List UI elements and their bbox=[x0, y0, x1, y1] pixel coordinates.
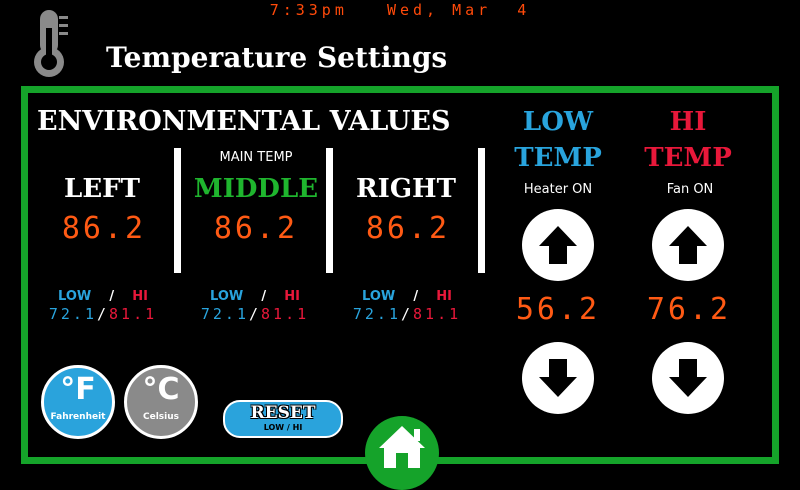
hi-temp-title-line2: TEMP bbox=[644, 143, 732, 173]
fan-status: Fan ON bbox=[666, 182, 714, 197]
zone-right-label: RIGHT bbox=[356, 174, 456, 204]
low-temp-down-button[interactable] bbox=[522, 342, 594, 414]
clock: 7:33pm Wed, Mar 4 bbox=[269, 1, 531, 19]
celsius-label: Celsius bbox=[143, 412, 179, 422]
home-button[interactable] bbox=[365, 416, 439, 490]
main-temp-caption: MAIN TEMP bbox=[219, 150, 293, 165]
environmental-values-title: ENVIRONMENTAL VALUES bbox=[37, 106, 451, 137]
low-label: LOW bbox=[210, 289, 244, 304]
hi-label: HI bbox=[436, 289, 452, 304]
home-icon bbox=[379, 426, 425, 468]
zone-middle-label: MIDDLE bbox=[193, 174, 319, 204]
arrow-down-icon bbox=[669, 359, 707, 397]
fahrenheit-label: Fahrenheit bbox=[50, 412, 106, 422]
zone-middle-lowhi-values: 72.1/81.1 bbox=[180, 305, 330, 323]
low-label: LOW bbox=[362, 289, 396, 304]
low-temp-value: 56.2 bbox=[515, 292, 601, 327]
fahrenheit-symbol: °F bbox=[60, 372, 96, 407]
zone-left-value: 86.2 bbox=[61, 211, 147, 246]
separator: / bbox=[400, 305, 414, 323]
zone-left-label: LEFT bbox=[64, 174, 140, 204]
low-temp-title-line1: LOW bbox=[522, 107, 594, 137]
zone-middle-hi-value: 81.1 bbox=[261, 305, 310, 323]
hi-temp-value: 76.2 bbox=[646, 292, 732, 327]
separator: / bbox=[261, 289, 267, 304]
zone-right-lowhi-values: 72.1/81.1 bbox=[332, 305, 482, 323]
low-label: LOW bbox=[58, 289, 92, 304]
reset-label: RESET bbox=[250, 403, 316, 423]
celsius-symbol: °C bbox=[142, 372, 180, 407]
separator: / bbox=[109, 289, 115, 304]
zone-left-hi-value: 81.1 bbox=[109, 305, 158, 323]
zone-middle-lowhi-header: LOW / HI bbox=[180, 289, 330, 305]
low-temp-up-button[interactable] bbox=[522, 209, 594, 281]
hi-temp-up-button[interactable] bbox=[652, 209, 724, 281]
zone-middle-low-value: 72.1 bbox=[200, 305, 249, 323]
arrow-up-icon bbox=[669, 226, 707, 264]
separator: / bbox=[413, 289, 419, 304]
zone-right-hi-value: 81.1 bbox=[413, 305, 462, 323]
zone-divider bbox=[326, 148, 333, 273]
thermometer-icon bbox=[30, 8, 74, 78]
zone-right-value: 86.2 bbox=[365, 211, 451, 246]
hi-temp-down-button[interactable] bbox=[652, 342, 724, 414]
separator: / bbox=[96, 305, 110, 323]
celsius-button[interactable]: °C Celsius bbox=[124, 365, 198, 439]
zone-divider bbox=[174, 148, 181, 273]
reset-sublabel: LOW / HI bbox=[263, 423, 303, 432]
hi-temp-title-line1: HI bbox=[669, 107, 707, 137]
separator: / bbox=[248, 305, 262, 323]
zone-left-low-value: 72.1 bbox=[48, 305, 97, 323]
page-title: Temperature Settings bbox=[106, 41, 448, 74]
reset-low-hi-button[interactable]: RESET LOW / HI bbox=[223, 400, 343, 438]
hi-label: HI bbox=[284, 289, 300, 304]
arrow-up-icon bbox=[539, 226, 577, 264]
hi-label: HI bbox=[132, 289, 148, 304]
zone-divider bbox=[478, 148, 485, 273]
zone-left-lowhi-header: LOW / HI bbox=[28, 289, 178, 305]
low-temp-title-line2: TEMP bbox=[514, 143, 602, 173]
heater-status: Heater ON bbox=[523, 182, 593, 197]
zone-right-low-value: 72.1 bbox=[352, 305, 401, 323]
zone-left-lowhi-values: 72.1/81.1 bbox=[28, 305, 178, 323]
fahrenheit-button[interactable]: °F Fahrenheit bbox=[41, 365, 115, 439]
zone-right-lowhi-header: LOW / HI bbox=[332, 289, 482, 305]
zone-middle-value: 86.2 bbox=[213, 211, 299, 246]
arrow-down-icon bbox=[539, 359, 577, 397]
